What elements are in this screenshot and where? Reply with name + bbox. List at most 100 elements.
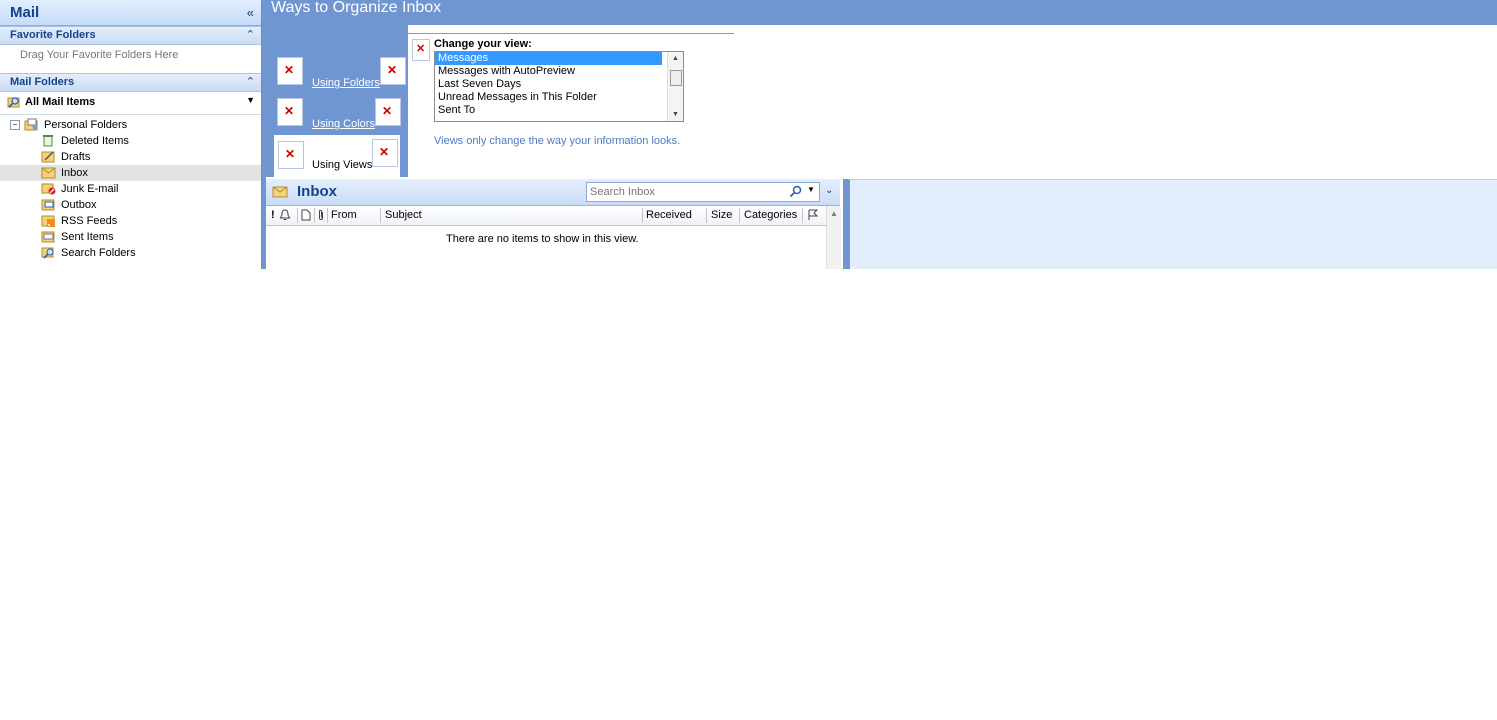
column-divider[interactable] bbox=[706, 208, 707, 223]
personal-folders-icon bbox=[24, 118, 38, 131]
collapse-toggle-icon[interactable]: − bbox=[10, 120, 20, 130]
organize-tabs: Using Folders Using Colors Using Views bbox=[266, 25, 408, 177]
scroll-up-icon[interactable]: ▲ bbox=[672, 55, 679, 62]
document-icon[interactable] bbox=[301, 209, 311, 221]
list-scrollbar[interactable]: ▲ bbox=[826, 206, 841, 269]
broken-image-icon bbox=[375, 98, 401, 126]
tree-item-inbox[interactable]: Inbox bbox=[0, 165, 261, 181]
favorite-folders-area[interactable]: Drag Your Favorite Folders Here bbox=[0, 45, 261, 73]
nav-title: Mail bbox=[10, 4, 40, 21]
tree-item-deleted-items[interactable]: Deleted Items bbox=[0, 133, 261, 149]
subject-column[interactable]: Subject bbox=[385, 209, 422, 221]
reading-pane bbox=[847, 179, 1497, 269]
tab-label[interactable]: Using Views bbox=[312, 159, 372, 171]
expand-query-icon[interactable]: ⌄ bbox=[825, 185, 833, 196]
junk-email-icon bbox=[41, 183, 56, 195]
search-box[interactable]: ▼ bbox=[586, 182, 820, 202]
tree-item-drafts[interactable]: Drafts bbox=[0, 149, 261, 165]
reminder-icon[interactable] bbox=[279, 209, 291, 221]
inbox-icon bbox=[272, 186, 288, 198]
column-divider[interactable] bbox=[314, 208, 315, 223]
mail-folders-label: Mail Folders bbox=[10, 76, 75, 88]
chevron-up-icon[interactable]: ⌃ bbox=[246, 28, 255, 41]
tab-using-colors[interactable]: Using Colors bbox=[271, 94, 407, 132]
received-column[interactable]: Received bbox=[646, 209, 692, 221]
broken-image-icon bbox=[278, 141, 304, 169]
empty-list-message: There are no items to show in this view. bbox=[446, 233, 639, 245]
outbox-icon bbox=[41, 199, 55, 211]
tree-item-personal-folders[interactable]: − Personal Folders bbox=[0, 117, 261, 133]
size-column[interactable]: Size bbox=[711, 209, 732, 221]
folder-label: Outbox bbox=[61, 199, 97, 211]
broken-image-icon bbox=[412, 39, 430, 61]
broken-image-icon bbox=[372, 139, 398, 167]
folder-label: Sent Items bbox=[61, 231, 114, 243]
view-listbox[interactable]: Messages Messages with AutoPreview Last … bbox=[434, 51, 684, 122]
rss-feeds-icon bbox=[41, 215, 55, 227]
search-input[interactable] bbox=[587, 183, 789, 201]
folder-label: Inbox bbox=[61, 167, 88, 179]
personal-folders-label: Personal Folders bbox=[44, 119, 128, 131]
folder-label: Search Folders bbox=[61, 247, 136, 259]
attachment-icon[interactable] bbox=[317, 209, 325, 221]
chevron-up-icon[interactable]: ⌃ bbox=[246, 75, 255, 88]
all-mail-items-label: All Mail Items bbox=[25, 96, 96, 108]
view-option[interactable]: Last Seven Days bbox=[435, 78, 662, 91]
view-option[interactable]: Unread Messages in This Folder bbox=[435, 91, 662, 104]
navigation-pane: Mail « Favorite Folders ⌃ Drag Your Favo… bbox=[0, 0, 262, 269]
tree-item-rss-feeds[interactable]: RSS Feeds bbox=[0, 213, 261, 229]
flag-status-icon[interactable] bbox=[807, 209, 819, 221]
search-folders-icon bbox=[41, 247, 54, 259]
mail-folders-header[interactable]: Mail Folders ⌃ bbox=[0, 73, 261, 92]
importance-column[interactable]: ! bbox=[271, 209, 275, 221]
column-divider[interactable] bbox=[327, 208, 328, 223]
list-header: Inbox ▼ ⌄ bbox=[266, 179, 840, 206]
broken-image-icon bbox=[277, 57, 303, 85]
favorite-folders-header[interactable]: Favorite Folders ⌃ bbox=[0, 26, 261, 45]
folder-label: Junk E-mail bbox=[61, 183, 119, 195]
views-note: Views only change the way your informati… bbox=[434, 135, 681, 147]
from-column[interactable]: From bbox=[331, 209, 357, 221]
tab-label[interactable]: Using Colors bbox=[312, 118, 375, 130]
scroll-down-icon[interactable]: ▼ bbox=[672, 111, 679, 118]
sent-items-icon bbox=[41, 231, 55, 243]
view-option[interactable]: Messages bbox=[435, 52, 662, 65]
all-mail-items-selector[interactable]: All Mail Items ▼ bbox=[0, 92, 261, 115]
drafts-icon bbox=[41, 151, 55, 163]
column-divider[interactable] bbox=[802, 208, 803, 223]
collapse-nav-button[interactable]: « bbox=[247, 5, 254, 20]
mail-list-pane: Inbox ▼ ⌄ ! From Subject Receive bbox=[266, 179, 845, 269]
favorites-hint: Drag Your Favorite Folders Here bbox=[20, 49, 179, 61]
folder-label: Drafts bbox=[61, 151, 91, 163]
view-option[interactable]: Messages with AutoPreview bbox=[435, 65, 662, 78]
tab-using-folders[interactable]: Using Folders bbox=[271, 53, 407, 91]
categories-column[interactable]: Categories bbox=[744, 209, 797, 221]
listbox-scrollbar[interactable]: ▲ ▼ bbox=[667, 52, 683, 121]
scroll-up-icon[interactable]: ▲ bbox=[830, 209, 838, 218]
column-divider[interactable] bbox=[297, 208, 298, 223]
column-divider[interactable] bbox=[380, 208, 381, 223]
view-option[interactable]: Sent To bbox=[435, 104, 662, 117]
chevron-down-icon[interactable]: ▼ bbox=[246, 95, 255, 105]
chevron-down-icon[interactable]: ▼ bbox=[807, 185, 815, 194]
tree-item-search-folders[interactable]: Search Folders bbox=[0, 245, 261, 261]
nav-title-bar: Mail « bbox=[0, 0, 261, 26]
tree-item-sent-items[interactable]: Sent Items bbox=[0, 229, 261, 245]
column-divider[interactable] bbox=[739, 208, 740, 223]
folder-title: Inbox bbox=[297, 183, 337, 200]
tab-using-views[interactable]: Using Views bbox=[274, 135, 400, 177]
change-view-panel: Change your view: Messages Messages with… bbox=[408, 25, 734, 177]
scroll-thumb[interactable] bbox=[670, 70, 682, 86]
organize-title-bar: Ways to Organize Inbox bbox=[266, 0, 1497, 25]
search-icon[interactable] bbox=[789, 185, 802, 198]
tree-item-junk-email[interactable]: Junk E-mail bbox=[0, 181, 261, 197]
organize-pane: Ways to Organize Inbox Using Folders Usi… bbox=[266, 0, 1497, 177]
folder-tree: − Personal Folders Deleted Items Drafts … bbox=[0, 115, 261, 261]
tab-label[interactable]: Using Folders bbox=[312, 77, 380, 89]
divider bbox=[408, 33, 734, 34]
favorite-folders-label: Favorite Folders bbox=[10, 29, 96, 41]
column-divider[interactable] bbox=[642, 208, 643, 223]
folder-label: RSS Feeds bbox=[61, 215, 118, 227]
tree-item-outbox[interactable]: Outbox bbox=[0, 197, 261, 213]
search-folder-icon bbox=[7, 97, 20, 108]
